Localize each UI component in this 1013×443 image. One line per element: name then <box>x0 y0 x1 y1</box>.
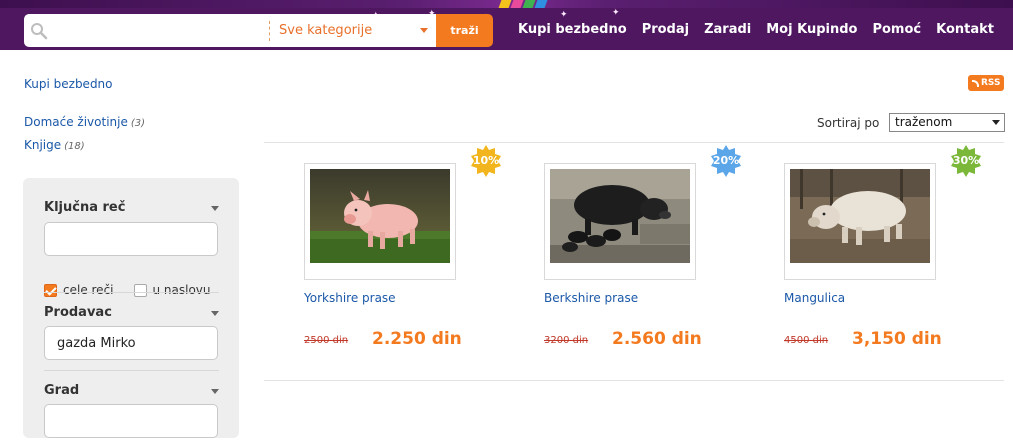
whole-words-checkbox[interactable] <box>44 283 57 297</box>
search-button[interactable]: traži <box>436 14 493 47</box>
product-card: 30% Mangulica 4500 din 3,150 din <box>784 145 994 360</box>
rss-label: RSS <box>981 78 1001 88</box>
filter-divider <box>44 292 219 293</box>
city-filter: Grad <box>44 383 219 443</box>
current-price: 2.560 din <box>612 329 702 349</box>
category-count: (3) <box>130 118 146 129</box>
chevron-down-icon[interactable] <box>211 389 219 394</box>
in-title-label: u naslovu <box>152 283 211 297</box>
keyword-filter: Ključna reč cele reči u naslovu <box>44 200 219 300</box>
main-navigation: Kupi bezbedno Prodaj Zaradi Moj Kupindo … <box>518 22 994 37</box>
product-image-link[interactable] <box>304 163 456 280</box>
sort-label: Sortiraj po <box>817 116 880 130</box>
discount-badge: 30% <box>950 145 982 177</box>
old-price: 3200 din <box>544 335 589 346</box>
seller-filter: Prodavac <box>44 305 219 365</box>
old-price: 4500 din <box>784 335 829 346</box>
category-selected-label: Sve kategorije <box>279 23 373 38</box>
filter-panel: Ključna reč cele reči u naslovu Prodavac… <box>23 178 239 438</box>
category-count: (18) <box>64 141 85 152</box>
city-filter-title: Grad <box>44 383 80 398</box>
sort-dropdown[interactable]: traženom <box>889 113 1005 132</box>
top-header-bar: ✦ ✦ ✦ ✦ ✦ Sve kategorije traži Kupi bezb… <box>0 0 1013 50</box>
chevron-down-icon <box>992 120 1000 125</box>
product-title-link[interactable]: Yorkshire prase <box>304 291 396 305</box>
discount-badge: 20% <box>710 145 742 177</box>
product-card: 10% Yorkshire prase 2500 din 2.250 din <box>304 145 514 360</box>
old-price: 2500 din <box>304 335 349 346</box>
keyword-filter-title: Ključna reč <box>44 200 126 215</box>
seller-filter-title: Prodavac <box>44 305 112 320</box>
category-label: Domaće životinje <box>24 115 128 129</box>
product-image-link[interactable] <box>544 163 696 280</box>
keyword-input[interactable] <box>44 222 218 256</box>
sort-selected-value: traženom <box>895 115 953 129</box>
category-label: Knjige <box>24 138 62 152</box>
product-image-pink-pig <box>310 169 450 263</box>
kupi-bezbedno-link[interactable]: Kupi bezbedno <box>24 77 113 91</box>
product-title-link[interactable]: Berkshire prase <box>544 291 638 305</box>
nav-kupi-bezbedno[interactable]: Kupi bezbedno <box>518 22 627 37</box>
sparkle-icon: ✦ <box>560 10 568 20</box>
city-input[interactable] <box>44 404 218 438</box>
product-image-woolly-pig <box>790 169 930 263</box>
results-top-divider <box>264 142 1004 143</box>
nav-prodaj[interactable]: Prodaj <box>642 22 689 37</box>
sparkle-icon: ✦ <box>612 8 620 18</box>
discount-label: 10% <box>472 154 500 167</box>
keyword-options: cele reči u naslovu <box>44 283 211 297</box>
search-input[interactable] <box>54 20 284 42</box>
whole-words-label: cele reči <box>63 283 114 297</box>
chevron-down-icon[interactable] <box>211 311 219 316</box>
nav-moj-kupindo[interactable]: Moj Kupindo <box>766 22 857 37</box>
seller-input[interactable] <box>44 326 218 360</box>
discount-label: 30% <box>952 154 980 167</box>
nav-kontakt[interactable]: Kontakt <box>936 22 994 37</box>
product-image-black-pigs <box>550 169 690 263</box>
product-card: 20% Berkshire prase 3200 din 2.560 din <box>544 145 754 360</box>
current-price: 3,150 din <box>852 329 942 349</box>
search-icon <box>31 23 48 40</box>
chevron-down-icon <box>420 28 428 33</box>
filter-divider <box>44 370 219 371</box>
discount-badge: 10% <box>470 145 502 177</box>
category-link-domace-zivotinje[interactable]: Domaće životinje (3) <box>24 115 145 129</box>
discount-label: 20% <box>712 154 740 167</box>
search-box: Sve kategorije <box>24 14 436 47</box>
nav-pomoc[interactable]: Pomoć <box>872 22 921 37</box>
results-bottom-divider <box>264 380 1004 381</box>
product-image-link[interactable] <box>784 163 936 280</box>
current-price: 2.250 din <box>372 329 462 349</box>
rss-button[interactable]: RSS <box>968 75 1004 91</box>
nav-zaradi[interactable]: Zaradi <box>704 22 751 37</box>
category-link-knjige[interactable]: Knjige (18) <box>24 138 85 152</box>
chevron-down-icon[interactable] <box>211 206 219 211</box>
product-title-link[interactable]: Mangulica <box>784 291 845 305</box>
in-title-checkbox[interactable] <box>133 283 147 297</box>
category-dropdown[interactable]: Sve kategorije <box>270 14 436 47</box>
